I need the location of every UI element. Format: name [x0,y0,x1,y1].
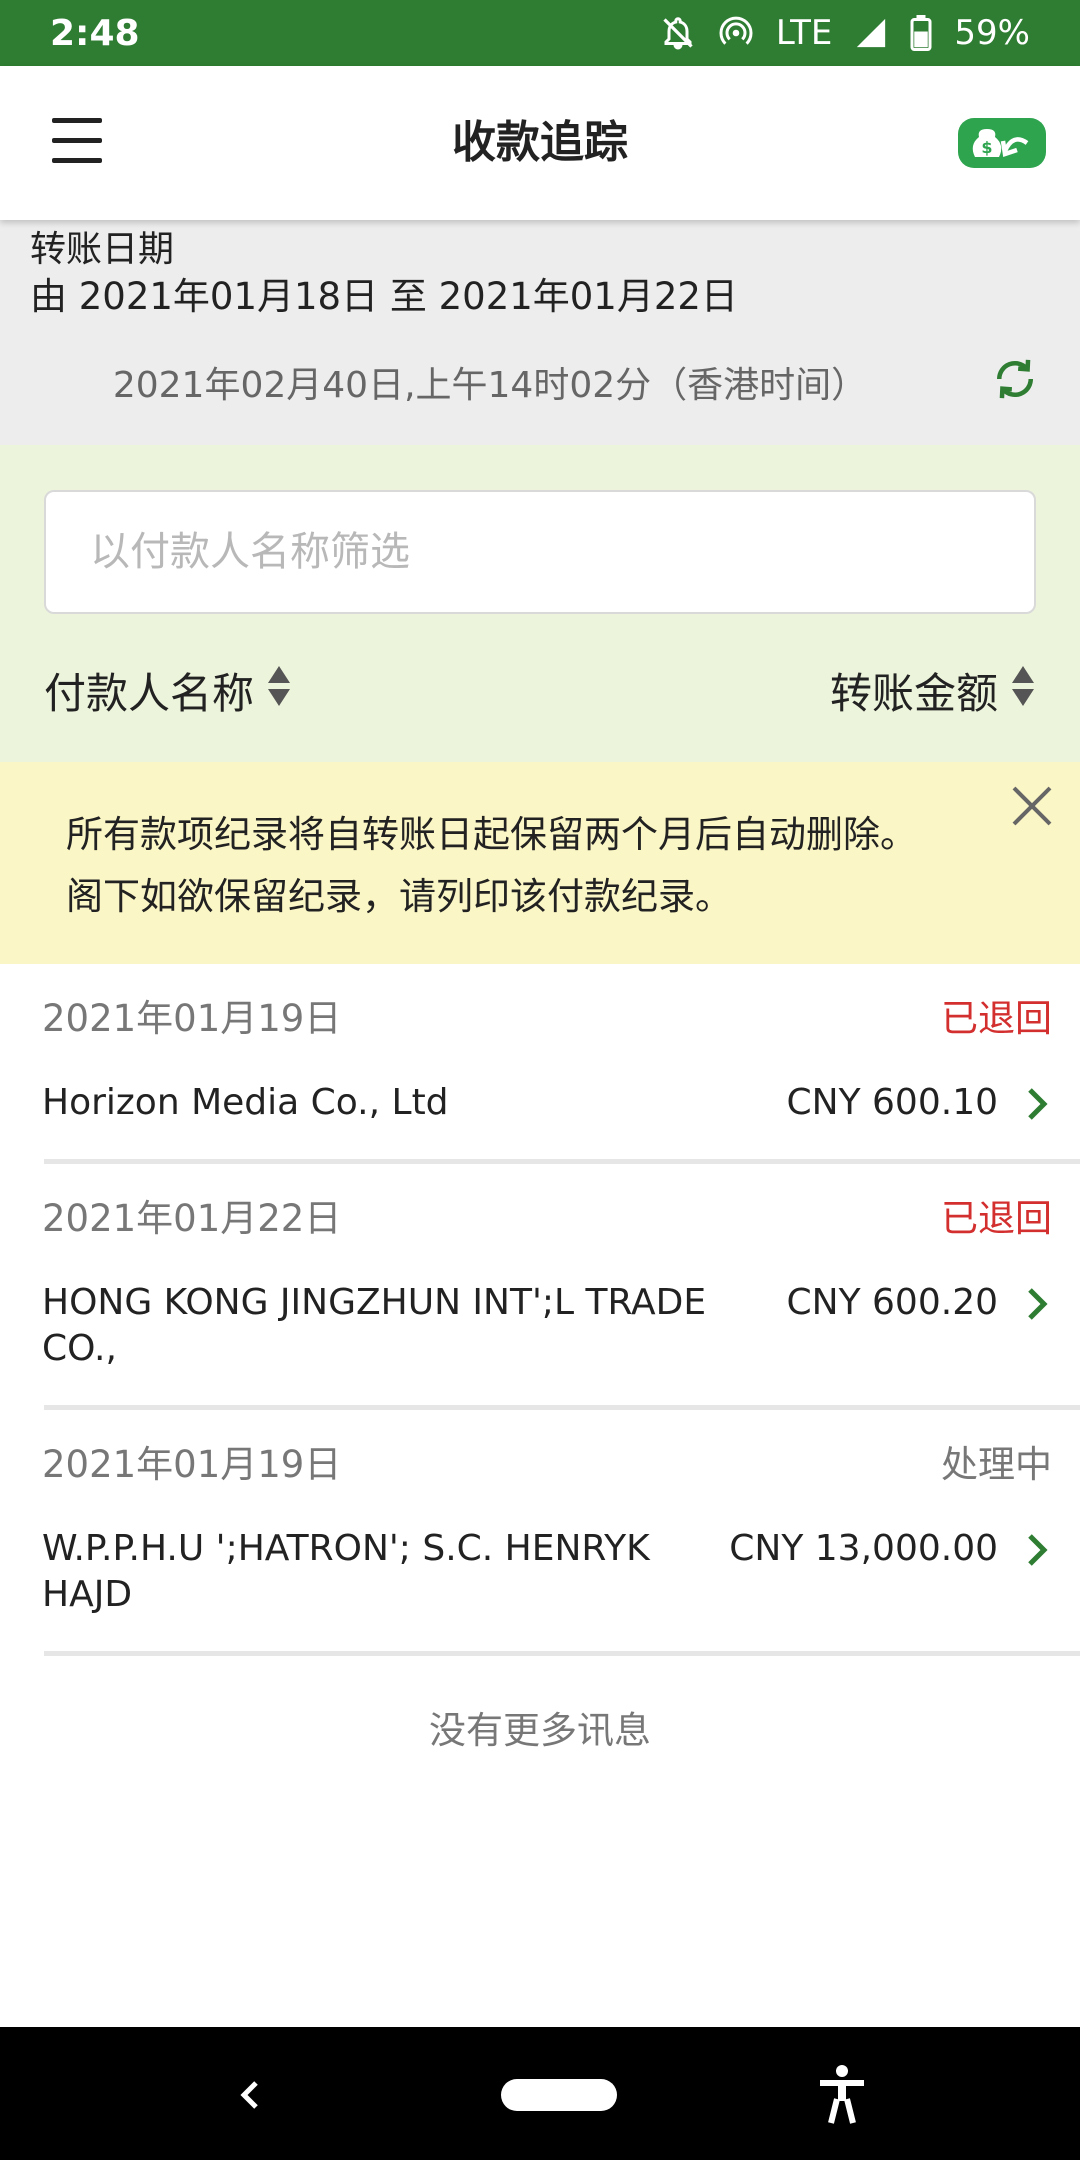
chevron-right-icon [1022,1286,1052,1322]
retention-notice: 所有款项纪录将自转账日起保留两个月后自动删除。 阁下如欲保留纪录，请列印该付款纪… [0,762,1080,964]
notice-line-2: 阁下如欲保留纪录，请列印该付款纪录。 [66,875,732,918]
payment-record[interactable]: 2021年01月19日 已退回 Horizon Media Co., Ltd C… [0,964,1080,1164]
sort-payer-label: 付款人名称 [44,669,255,718]
divider [44,1651,1080,1656]
home-pill-icon[interactable] [501,2079,617,2111]
record-status: 处理中 [941,1443,1052,1486]
date-range: 由 2021年01月18日 至 2021年01月22日 [30,275,738,318]
payment-record[interactable]: 2021年01月22日 已退回 HONG KONG JINGZHUN INT';… [0,1164,1080,1410]
notice-line-1: 所有款项纪录将自转账日起保留两个月后自动删除。 [66,813,917,856]
sort-arrows-icon [1010,664,1036,718]
record-payer: Horizon Media Co., Ltd [42,1082,449,1123]
payer-filter-input[interactable] [44,490,1036,614]
sort-by-payer-button[interactable]: 付款人名称 [44,660,292,721]
sort-amount-label: 转账金额 [829,669,998,718]
payment-record[interactable]: 2021年01月19日 处理中 W.P.P.H.U ';HATRON'; S.C… [0,1410,1080,1656]
chevron-right-icon [1022,1532,1052,1568]
record-amount: CNY 600.20 [786,1282,998,1323]
filter-section: 付款人名称 转账金额 [0,445,1080,762]
hamburger-menu-icon[interactable] [46,118,106,168]
signal-icon [854,16,888,50]
accessibility-icon[interactable] [814,2063,870,2125]
record-amount: CNY 13,000.00 [729,1528,998,1569]
record-date: 2021年01月19日 [42,1443,342,1486]
status-time: 2:48 [50,12,140,54]
svg-text:$: $ [981,138,992,157]
record-status: 已退回 [941,997,1052,1040]
money-bag-return-icon[interactable]: $ [958,118,1046,168]
close-icon[interactable] [1008,782,1056,830]
date-label: 转账日期 [30,229,175,270]
navigation-bar [0,2027,1080,2160]
record-date: 2021年01月22日 [42,1197,342,1240]
battery-level: 59% [954,13,1030,53]
hotspot-icon [718,15,754,51]
date-section: 转账日期 由 2021年01月18日 至 2021年01月22日 2021年02… [0,220,1080,445]
record-amount: CNY 600.10 [786,1082,998,1123]
last-updated-time: 2021年02月40日,上午14时02分（香港时间） [112,365,868,406]
record-status: 已退回 [941,1197,1052,1240]
refresh-icon[interactable] [988,352,1042,406]
list-end-text: 没有更多讯息 [429,1709,651,1752]
battery-icon [910,15,932,51]
notice-text: 所有款项纪录将自转账日起保留两个月后自动删除。 阁下如欲保留纪录，请列印该付款纪… [66,804,966,928]
status-bar: 2:48 LTE 59% [0,0,1080,66]
notifications-off-icon [660,15,696,51]
network-type: LTE [775,13,833,53]
page-title: 收款追踪 [452,117,628,168]
record-payer: HONG KONG JINGZHUN INT';L TRADE CO., [42,1282,707,1369]
record-payer: W.P.P.H.U ';HATRON'; S.C. HENRYK HAJD [42,1528,650,1615]
chevron-right-icon [1022,1086,1052,1122]
app-header: 收款追踪 $ [0,66,1080,220]
sort-arrows-icon [266,664,292,718]
record-date: 2021年01月19日 [42,997,342,1040]
payment-record-list: 2021年01月19日 已退回 Horizon Media Co., Ltd C… [0,964,1080,1656]
sort-by-amount-button[interactable]: 转账金额 [830,660,1036,721]
back-icon[interactable] [222,2067,278,2123]
status-icons: LTE 59% [660,13,1030,53]
